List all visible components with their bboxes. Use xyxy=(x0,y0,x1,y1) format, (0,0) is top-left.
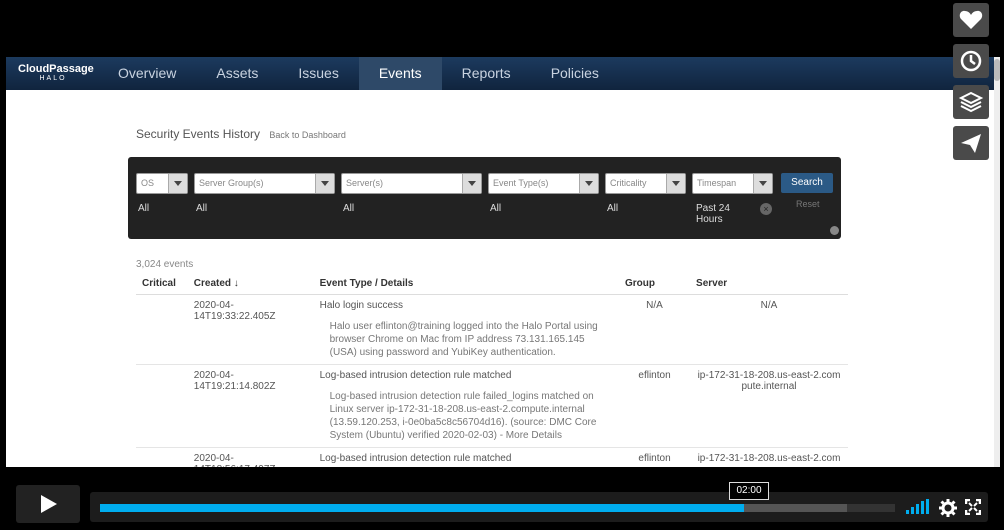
server-group-select[interactable]: Server Group(s) xyxy=(194,173,335,194)
row-event-cell: Log-based intrusion detection rule match… xyxy=(313,364,619,448)
table-header-row: Critical Created ↓ Event Type / Details … xyxy=(136,272,848,295)
row-server: ip-172-31-18-208.us-east-2.com xyxy=(690,447,848,467)
criticality-select[interactable]: Criticality xyxy=(605,173,686,194)
like-button[interactable] xyxy=(953,3,989,37)
nav-bar: Overview Assets Issues Events Reports Po… xyxy=(98,57,619,90)
timespan-select[interactable]: Timespan xyxy=(692,173,773,194)
col-created[interactable]: Created ↓ xyxy=(187,272,314,295)
collections-button[interactable] xyxy=(953,85,989,119)
server-select[interactable]: Server(s) xyxy=(341,173,482,194)
row-group: N/A xyxy=(619,294,691,365)
volume-icon[interactable] xyxy=(905,499,931,515)
video-frame: CloudPassage HALO Overview Assets Issues… xyxy=(6,57,1000,467)
os-value: All xyxy=(138,203,150,214)
event-type: Halo login success xyxy=(319,300,403,311)
col-critical[interactable]: Critical xyxy=(136,272,188,295)
event-type-select[interactable]: Event Type(s) xyxy=(488,173,599,194)
chevron-down-icon xyxy=(753,174,772,193)
watch-later-button[interactable] xyxy=(953,44,989,78)
chevron-down-icon xyxy=(579,174,598,193)
played-bar xyxy=(100,504,744,512)
reset-link[interactable]: Reset xyxy=(796,199,820,209)
event-type-value: All xyxy=(490,203,502,214)
table-row[interactable]: 2020-04-14T19:21:14.802Z Log-based intru… xyxy=(136,364,848,448)
nav-issues[interactable]: Issues xyxy=(278,57,358,90)
page-scrollbar[interactable] xyxy=(994,57,1000,467)
progress-bar[interactable] xyxy=(100,504,895,512)
player-controls xyxy=(0,477,1004,530)
search-button[interactable]: Search xyxy=(781,173,833,193)
chevron-down-icon xyxy=(315,174,334,193)
nav-assets[interactable]: Assets xyxy=(196,57,278,90)
row-group: eflinton xyxy=(619,447,691,467)
row-event-cell: Halo login success Halo user eflinton@tr… xyxy=(313,294,619,365)
row-group: eflinton xyxy=(619,364,691,448)
table-row[interactable]: 2020-04-14T19:33:22.405Z Halo login succ… xyxy=(136,294,848,365)
clock-icon xyxy=(960,50,982,72)
server-group-value: All xyxy=(196,203,208,214)
row-created: 2020-04-14T19:21:14.802Z xyxy=(187,364,314,448)
chevron-down-icon xyxy=(462,174,481,193)
page-title: Security Events History xyxy=(136,127,261,141)
progress-track[interactable] xyxy=(90,492,988,522)
fullscreen-icon[interactable] xyxy=(965,499,981,515)
send-icon xyxy=(961,134,981,153)
chevron-down-icon xyxy=(666,174,685,193)
collapse-icon[interactable] xyxy=(830,226,839,235)
events-table: Critical Created ↓ Event Type / Details … xyxy=(136,272,848,467)
table-row[interactable]: 2020-04-14T18:56:17.497Z Log-based intru… xyxy=(136,447,848,467)
play-button[interactable] xyxy=(16,485,80,523)
row-event-cell: Log-based intrusion detection rule match… xyxy=(313,447,619,467)
nav-events[interactable]: Events xyxy=(358,57,442,90)
criticality-value: All xyxy=(607,203,619,214)
nav-reports[interactable]: Reports xyxy=(442,57,531,90)
nav-overview[interactable]: Overview xyxy=(98,57,196,90)
col-group[interactable]: Group xyxy=(619,272,691,295)
server-value: All xyxy=(343,203,355,214)
timespan-value: Past 24 Hours xyxy=(696,203,730,225)
clear-timespan-icon[interactable]: × xyxy=(760,203,772,215)
page-header: Security Events History Back to Dashboar… xyxy=(136,127,346,141)
back-to-dashboard-link[interactable]: Back to Dashboard xyxy=(269,130,346,140)
event-details: Halo user eflinton@training logged into … xyxy=(329,321,598,358)
event-details: Log-based intrusion detection rule faile… xyxy=(329,391,597,441)
logo-main: CloudPassage xyxy=(18,63,94,75)
top-nav: CloudPassage HALO Overview Assets Issues… xyxy=(6,57,994,90)
gear-icon[interactable] xyxy=(939,499,957,517)
row-server: ip-172-31-18-208.us-east-2.compute.inter… xyxy=(690,364,848,448)
row-created: 2020-04-14T19:33:22.405Z xyxy=(187,294,314,365)
logo-sub: HALO xyxy=(39,75,67,82)
os-select[interactable]: OS xyxy=(136,173,188,194)
event-type: Log-based intrusion detection rule match… xyxy=(319,453,512,464)
row-created: 2020-04-14T18:56:17.497Z xyxy=(187,447,314,467)
logo[interactable]: CloudPassage HALO xyxy=(18,63,108,85)
row-critical xyxy=(136,447,188,467)
heart-icon xyxy=(959,10,983,29)
share-button[interactable] xyxy=(953,126,989,160)
chevron-down-icon xyxy=(168,174,187,193)
layers-icon xyxy=(958,91,984,113)
time-tooltip: 02:00 xyxy=(729,482,769,500)
nav-policies[interactable]: Policies xyxy=(531,57,619,90)
filter-panel: OS Server Group(s) Server(s) Event Type(… xyxy=(128,157,841,239)
scroll-thumb[interactable] xyxy=(994,59,1000,81)
event-type: Log-based intrusion detection rule match… xyxy=(319,370,512,381)
row-critical xyxy=(136,364,188,448)
col-event-type[interactable]: Event Type / Details xyxy=(313,272,619,295)
col-server[interactable]: Server xyxy=(690,272,848,295)
event-count: 3,024 events xyxy=(136,259,194,270)
row-server: N/A xyxy=(690,294,848,365)
row-critical xyxy=(136,294,188,365)
